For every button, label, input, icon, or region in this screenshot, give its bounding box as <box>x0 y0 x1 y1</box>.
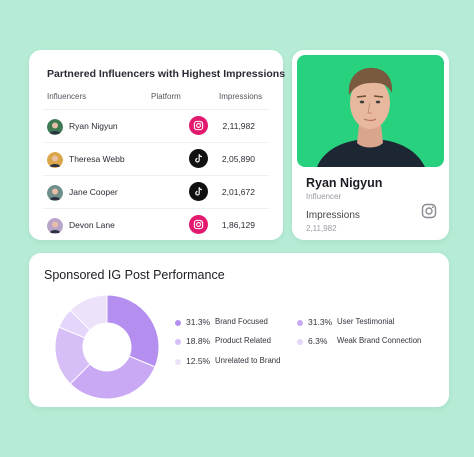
legend-percent: 31.3% <box>186 317 211 327</box>
impressions-value: 2,01,672 <box>221 187 255 197</box>
influencer-name: Jane Cooper <box>69 187 118 197</box>
legend-label: Unrelated to Brand <box>215 356 281 365</box>
instagram-icon[interactable] <box>189 215 208 234</box>
tiktok-icon[interactable] <box>189 149 208 168</box>
legend-label: Product Related <box>215 336 271 345</box>
table-row[interactable]: Theresa Webb 2,05,890 <box>43 142 269 175</box>
donut-slice[interactable] <box>106 294 160 368</box>
legend-label: Weak Brand Connection <box>337 336 422 345</box>
influencer-name: Theresa Webb <box>69 154 125 164</box>
profile-photo <box>297 55 444 167</box>
avatar <box>47 152 63 168</box>
influencers-table-card: Partnered Influencers with Highest Impre… <box>29 50 286 241</box>
column-header-influencers: Influencers <box>47 92 87 101</box>
influencer-name: Ryan Nigyun <box>69 121 118 131</box>
legend-percent: 31.3% <box>308 317 333 327</box>
profile-card[interactable]: Ryan Nigyun Influencer Impressions 2,11,… <box>292 50 449 240</box>
legend-label: Brand Focused <box>215 317 268 326</box>
influencer-name: Devon Lane <box>69 220 115 230</box>
chart-title: Sponsored IG Post Performance <box>44 268 225 282</box>
table-row[interactable]: Ryan Nigyun 2,11,982 <box>43 109 269 142</box>
table-row[interactable]: Jane Cooper 2,01,672 <box>43 175 269 208</box>
legend-dot <box>175 359 181 365</box>
instagram-icon[interactable] <box>421 203 437 219</box>
donut-chart <box>54 294 160 400</box>
legend-dot <box>175 339 181 345</box>
impressions-value: 2,05,890 <box>221 154 255 164</box>
table-title: Partnered Influencers with Highest Impre… <box>47 68 286 80</box>
profile-impressions-value: 2,11,982 <box>306 224 337 233</box>
avatar <box>47 119 63 135</box>
legend-percent: 12.5% <box>186 356 211 366</box>
column-header-platform: Platform <box>151 92 181 101</box>
column-header-impressions: Impressions <box>219 92 263 101</box>
profile-name: Ryan Nigyun <box>306 176 383 190</box>
avatar <box>47 185 63 201</box>
legend-percent: 18.8% <box>186 336 211 346</box>
impressions-value: 2,11,982 <box>222 121 255 131</box>
table-row[interactable]: Devon Lane 1,86,129 <box>43 208 269 241</box>
post-performance-card: Sponsored IG Post Performance 31.3% Brand… <box>29 253 449 407</box>
tiktok-icon[interactable] <box>189 182 208 201</box>
legend-dot <box>175 320 181 326</box>
avatar <box>47 218 63 234</box>
profile-impressions-label: Impressions <box>306 210 360 221</box>
legend-dot <box>297 320 303 326</box>
legend-percent: 6.3% <box>308 336 328 346</box>
legend-dot <box>297 339 303 345</box>
impressions-value: 1,86,129 <box>221 220 255 230</box>
instagram-icon[interactable] <box>189 116 208 135</box>
profile-role: Influencer <box>306 192 342 201</box>
legend-label: User Testimonial <box>337 317 395 326</box>
